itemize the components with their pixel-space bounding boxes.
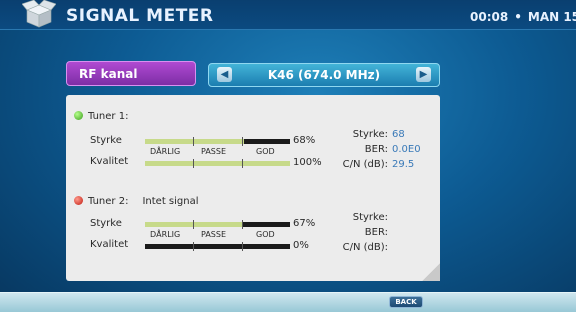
tuner-2-strength-percent: 67% — [293, 218, 316, 229]
tuner-1-info-cn: 29.5 — [392, 159, 415, 170]
scale-ok: PASSE — [201, 230, 226, 239]
bar-tick — [193, 159, 194, 168]
tuner-1-strength-percent: 68% — [293, 135, 316, 146]
tuner-2-strength-bar — [145, 220, 290, 229]
scale-good: GOD — [256, 230, 275, 239]
tuner-2-info-ber-label: BER: — [364, 227, 388, 238]
tuner-1-quality-bar — [145, 159, 290, 168]
back-button[interactable]: BACK — [389, 296, 423, 308]
channel-selector[interactable]: ◀ K46 (674.0 MHz) ▶ — [208, 63, 440, 87]
tuner-1-info-ber-label: BER: — [364, 144, 388, 155]
bar-tick — [193, 220, 194, 229]
tuner-2-info-cn-label: C/N (dB): — [342, 242, 388, 253]
tuner-2-info-strength-label: Styrke: — [352, 212, 388, 223]
scale-bad: DÅRLIG — [150, 147, 181, 156]
bar-tick — [242, 242, 243, 251]
tuner-2-info-values — [392, 212, 436, 257]
tuner-2-quality-percent: 0% — [293, 240, 309, 251]
clock-separator: • — [514, 10, 522, 24]
tuner-1-quality-label: Kvalitet — [90, 156, 129, 167]
tuner-2-info-labels: Styrke: BER: C/N (dB): — [328, 212, 388, 257]
tuner-2-status: Intet signal — [142, 196, 199, 207]
bar-tick — [242, 137, 243, 146]
bar-tick — [193, 242, 194, 251]
clock-time: 00:08 — [470, 10, 509, 24]
signal-panel: Tuner 1: Styrke 68% DÅRLIG PASSE GOD Kva… — [66, 95, 440, 281]
tuner-1-header: Tuner 1: — [74, 111, 128, 122]
scale-ok: PASSE — [201, 147, 226, 156]
tuner-1-info-labels: Styrke: BER: C/N (dB): — [328, 129, 388, 174]
tuner-1-info-cn-label: C/N (dB): — [342, 159, 388, 170]
tuner-1-strength-label: Styrke — [90, 135, 122, 146]
box-icon — [22, 0, 56, 28]
bar-tick — [242, 220, 243, 229]
page-title: SIGNAL METER — [66, 6, 214, 26]
scale-bad: DÅRLIG — [150, 230, 181, 239]
tuner-2-info-cn — [392, 242, 436, 257]
tuner-1-strength-bar — [145, 137, 290, 146]
channel-value: K46 (674.0 MHz) — [267, 68, 381, 82]
bar-tick — [242, 159, 243, 168]
tuner-2-quality-bar — [145, 242, 290, 251]
tuner-1-quality-percent: 100% — [293, 157, 322, 168]
tuner-1-quality-fill — [145, 161, 290, 166]
bottom-bar — [0, 292, 576, 312]
tuner-2-name: Tuner 2: — [88, 196, 129, 207]
tuner-1-info-ber: 0.0E0 — [392, 144, 421, 155]
rf-channel-button[interactable]: RF kanal — [66, 61, 196, 86]
tuner-1-info-values: 68 0.0E0 29.5 — [392, 129, 436, 174]
clock: 00:08 • MAN 15 — [470, 10, 576, 24]
tuner-2-quality-label: Kvalitet — [90, 239, 129, 250]
top-bar: SIGNAL METER 00:08 • MAN 15 — [0, 0, 576, 30]
tuner-1-info-strength-label: Styrke: — [352, 129, 388, 140]
page-curl-decoration — [422, 263, 440, 281]
tuner-2-strength-label: Styrke — [90, 218, 122, 229]
tuner-2-info-ber — [392, 227, 436, 242]
tuner-1-info-strength: 68 — [392, 129, 405, 140]
status-led-red-icon — [74, 196, 83, 205]
clock-day: MAN 15 — [527, 10, 576, 24]
tuner-2-header: Tuner 2: Intet signal — [74, 196, 199, 207]
status-led-green-icon — [74, 111, 83, 120]
tuner-1-strength-fill — [145, 139, 244, 144]
tuner-1-name: Tuner 1: — [88, 111, 129, 122]
bar-tick — [193, 137, 194, 146]
tuner-2-info-strength — [392, 212, 436, 227]
scale-good: GOD — [256, 147, 275, 156]
arrow-right-icon[interactable]: ▶ — [416, 67, 431, 82]
